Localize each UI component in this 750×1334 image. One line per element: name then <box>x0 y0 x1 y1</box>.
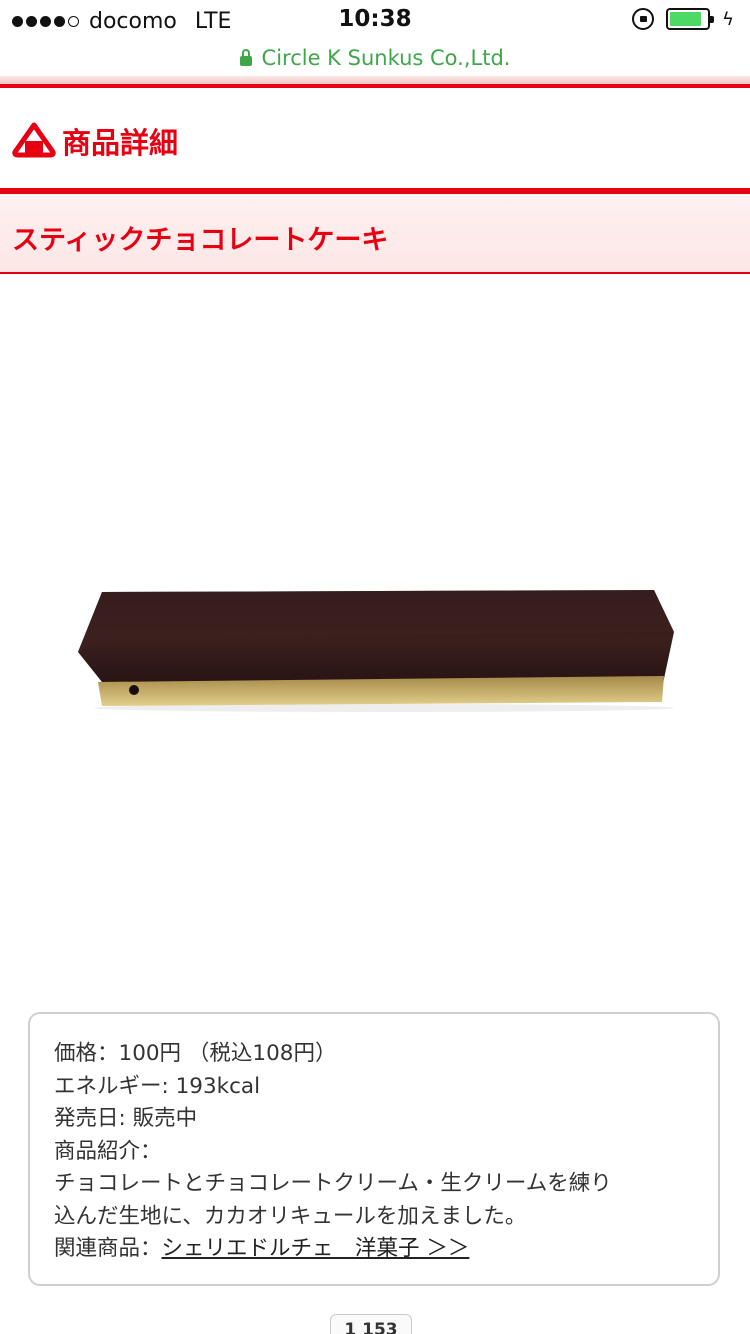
product-name: スティックチョコレートケーキ <box>12 225 389 256</box>
related-row: 関連商品：シェリエドルチェ 洋菓子 ＞＞ <box>54 1233 694 1266</box>
page-title: 商品詳細 <box>62 126 179 160</box>
price-row: 価格：100円 （税込108円） <box>54 1038 694 1071</box>
site-name: Circle K Sunkus Co.,Ltd. <box>261 46 511 70</box>
price-value: 100円 <box>118 1041 182 1066</box>
page-header: 商品詳細 <box>0 88 750 188</box>
product-title-band: スティックチョコレートケーキ <box>0 188 750 274</box>
energy-value: 193kcal <box>175 1073 261 1099</box>
url-bar[interactable]: Circle K Sunkus Co.,Ltd. <box>0 40 750 76</box>
related-label: 関連商品： <box>54 1236 162 1261</box>
battery-icon <box>666 8 715 30</box>
intro-text-line-1: チョコレートとチョコレートクリーム・生クリームを練り <box>54 1171 612 1196</box>
page-counter: 1 153 <box>330 1314 412 1334</box>
charging-icon: ϟ <box>722 8 734 30</box>
price-label: 価格： <box>54 1041 119 1066</box>
intro-text-line-2: 込んだ生地に、カカオリキュールを加えました。 <box>54 1203 527 1229</box>
onigiri-logo-icon <box>12 122 56 158</box>
energy-label: エネルギー: <box>54 1073 176 1099</box>
price-tax-value: （税込108円） <box>187 1041 337 1066</box>
related-products-link[interactable]: シェリエドルチェ 洋菓子 ＞＞ <box>162 1236 470 1261</box>
rotation-lock-icon <box>632 8 655 30</box>
release-value: 販売中 <box>132 1106 198 1131</box>
padlock-icon <box>239 49 252 66</box>
status-bar: docomo LTE 10:38 ϟ <box>0 0 750 40</box>
release-row: 発売日: 販売中 <box>54 1103 694 1136</box>
release-label: 発売日: <box>54 1106 133 1131</box>
product-image <box>78 590 674 712</box>
energy-row: エネルギー: 193kcal <box>54 1071 694 1104</box>
intro-label: 商品紹介： <box>54 1138 162 1164</box>
header-top-band <box>0 76 750 88</box>
product-info-box: 価格：100円 （税込108円） エネルギー: 193kcal 発売日: 販売中… <box>28 1012 720 1286</box>
status-right: ϟ <box>632 8 734 30</box>
